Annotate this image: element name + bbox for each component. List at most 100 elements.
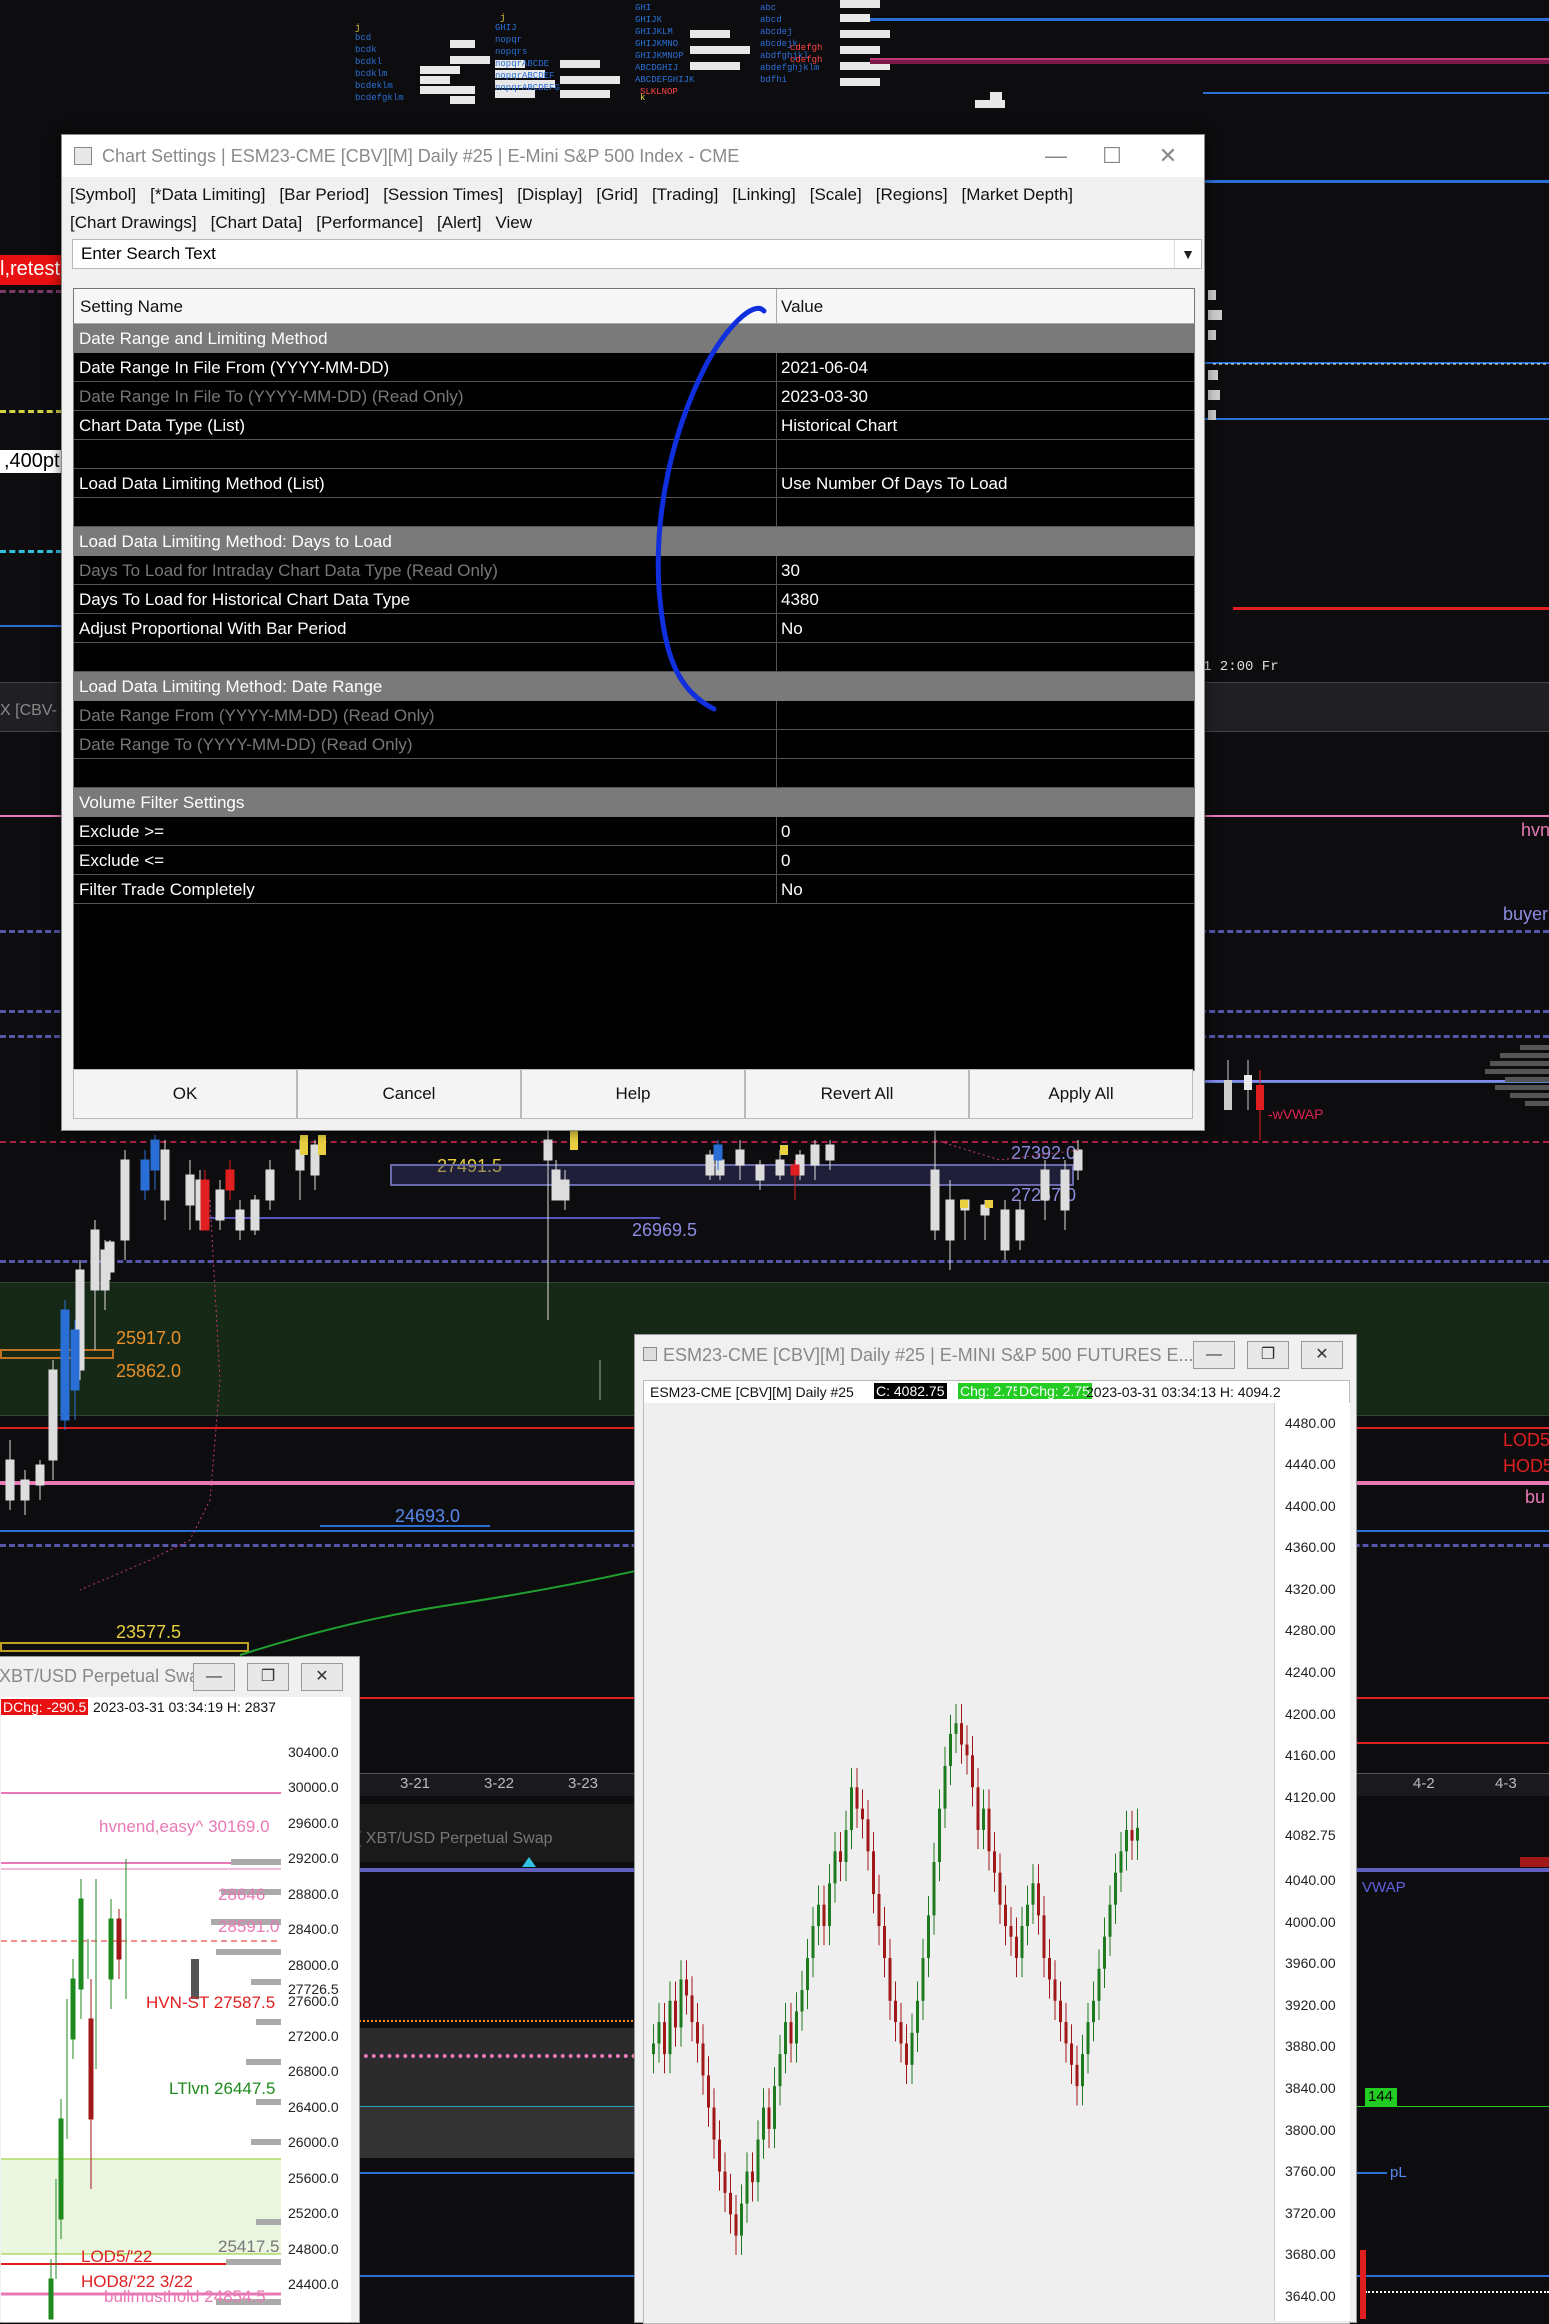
dialog-tabs-row-1: [Symbol] [*Data Limiting] [Bar Period] [Ses… [70, 185, 1087, 205]
btc-axis-25600: 25600.0 [288, 2170, 339, 2186]
es-candle-body [756, 2139, 760, 2183]
es-candle-body [1125, 1829, 1128, 1852]
btc-axis-24400: 24400.0 [288, 2276, 339, 2292]
maximize-icon[interactable]: ☐ [1084, 139, 1140, 173]
help-button[interactable]: Help [521, 1069, 745, 1119]
es-candle-body [652, 2043, 655, 2055]
es-axis-3640: 3640.00 [1285, 2288, 1336, 2304]
panel-separator-title: X [CBV- [0, 702, 57, 719]
svg-text:nopqrs: nopqrs [495, 47, 527, 57]
es-chart[interactable]: ESM23-CME [CBV][M] Daily #25 C: 4082.75 … [643, 1380, 1350, 2324]
es-candle-body [740, 2203, 743, 2236]
close-icon[interactable]: ✕ [1140, 139, 1196, 173]
es-candle-body [789, 2022, 793, 2044]
es-candle-body [712, 2107, 716, 2140]
right-pl-label: pL [1390, 2164, 1407, 2181]
btc-axis-26400: 26400.0 [288, 2099, 339, 2115]
btc-axis-29600: 29600.0 [288, 1815, 339, 1831]
btc-axis-30000: 30000.0 [288, 1779, 339, 1795]
es-symbol: ESM23-CME [CBV][M] Daily #25 [650, 1384, 854, 1400]
es-candle-body [883, 1926, 886, 1959]
tab-7[interactable]: [Linking] [732, 185, 795, 204]
es-candle-body [701, 2043, 705, 2076]
minimize-icon[interactable]: — [1193, 1341, 1235, 1369]
svg-text:bcdklm: bcdklm [355, 69, 387, 79]
es-candle-body [685, 1979, 688, 1996]
es-candle-body [657, 2022, 661, 2044]
tab-5[interactable]: [Grid] [596, 185, 638, 204]
svg-text:GHIJK: GHIJK [635, 15, 663, 25]
es-axis-4480: 4480.00 [1285, 1415, 1336, 1431]
es-candle-body [1097, 1968, 1101, 2001]
es-window[interactable]: ESM23-CME [CBV][M] Daily #25 | E-MINI S&… [634, 1334, 1357, 2324]
mid-gray-band [356, 2028, 636, 2106]
minimize-icon[interactable]: — [193, 1663, 235, 1691]
es-candle-body [1086, 2022, 1090, 2055]
es-candle-body [663, 2022, 666, 2055]
svg-text:cdefgh: cdefgh [790, 55, 822, 65]
tab-3[interactable]: [Session Times] [383, 185, 503, 204]
btc-axis-27600: 27600.0 [288, 1993, 339, 2009]
es-axis-4280: 4280.00 [1285, 1622, 1336, 1638]
tab-8[interactable]: [Scale] [810, 185, 862, 204]
tab-row2-0[interactable]: [Chart Drawings] [70, 213, 197, 232]
dialog-title: Chart Settings | ESM23-CME [CBV][M] Dail… [102, 146, 740, 166]
search-input[interactable]: Enter Search Text ▼ [72, 239, 1202, 269]
mid-blue-line-2 [356, 2275, 636, 2277]
es-candle-body [998, 1872, 1002, 1905]
minimize-icon[interactable]: — [1028, 139, 1084, 173]
close-icon[interactable]: ✕ [301, 1663, 343, 1691]
es-candle-body [954, 1723, 958, 1734]
chevron-down-icon[interactable]: ▼ [1174, 240, 1201, 268]
revert-all-button[interactable]: Revert All [745, 1069, 969, 1119]
es-candle-body [877, 1894, 881, 1927]
btc-window[interactable]: XBT/USD Perpetual Swap — ❐ ✕ DChg: -290.… [0, 1656, 360, 2323]
es-candle-body [811, 1926, 815, 1959]
btc-window-titlebar[interactable]: XBT/USD Perpetual Swap — ❐ ✕ [0, 1657, 359, 1695]
ok-button[interactable]: OK [73, 1069, 297, 1119]
svg-text:ABCDGHIJ: ABCDGHIJ [635, 63, 678, 73]
es-candle-body [910, 2032, 914, 2065]
restore-icon[interactable]: ❐ [1247, 1341, 1289, 1369]
svg-text:nopqrABCDE: nopqrABCDE [495, 59, 549, 69]
date-axis-right [1357, 1773, 1549, 1796]
es-candle-body [921, 1958, 925, 2001]
close-icon[interactable]: ✕ [1301, 1341, 1343, 1369]
mid-gray-band-2 [356, 2106, 636, 2158]
es-candle-body [960, 1723, 963, 1745]
right-label-buyer: buyer [1503, 904, 1549, 924]
right-label-hod5: HOD5 [1503, 1456, 1549, 1476]
tab-0[interactable]: [Symbol] [70, 185, 136, 204]
es-candle-body [927, 1915, 930, 1959]
restore-icon[interactable]: ❐ [247, 1663, 289, 1691]
tab-6[interactable]: [Trading] [652, 185, 718, 204]
es-candle-body [718, 2139, 721, 2172]
left-dash-1 [0, 290, 62, 293]
cancel-button[interactable]: Cancel [297, 1069, 521, 1119]
es-candle-body [690, 1995, 694, 2023]
es-axis-4040: 4040.00 [1285, 1872, 1336, 1888]
es-candle-body [806, 1958, 809, 1991]
dialog-app-icon [74, 147, 92, 165]
dialog-titlebar[interactable]: Chart Settings | ESM23-CME [CBV][M] Dail… [62, 135, 1204, 177]
tab-row2-2[interactable]: [Performance] [316, 213, 423, 232]
es-window-titlebar[interactable]: ESM23-CME [CBV][M] Daily #25 | E-MINI S&… [635, 1335, 1356, 1373]
tab-1[interactable]: [*Data Limiting] [150, 185, 265, 204]
left-dash-2 [0, 410, 62, 413]
chart-settings-dialog[interactable]: Chart Settings | ESM23-CME [CBV][M] Dail… [61, 134, 1205, 1131]
apply-all-button[interactable]: Apply All [969, 1069, 1193, 1119]
tab-4[interactable]: [Display] [517, 185, 582, 204]
tab-row2-3[interactable]: [Alert] [437, 213, 481, 232]
tab-row2-4[interactable]: View [495, 213, 532, 232]
es-candles [652, 1704, 1139, 2255]
tab-row2-1[interactable]: [Chart Data] [211, 213, 303, 232]
es-candle-body [894, 2000, 897, 2023]
tab-2[interactable]: [Bar Period] [279, 185, 369, 204]
settings-grid[interactable]: Setting Name Value Date Range and Limiti… [73, 288, 1195, 1071]
btc-axis-28800: 28800.0 [288, 1886, 339, 1902]
search-placeholder: Enter Search Text [81, 244, 216, 263]
tab-9[interactable]: [Regions] [876, 185, 948, 204]
date-label-3-22: 3-22 [484, 1775, 515, 1792]
svg-text:bcd: bcd [355, 33, 371, 43]
tab-10[interactable]: [Market Depth] [962, 185, 1074, 204]
